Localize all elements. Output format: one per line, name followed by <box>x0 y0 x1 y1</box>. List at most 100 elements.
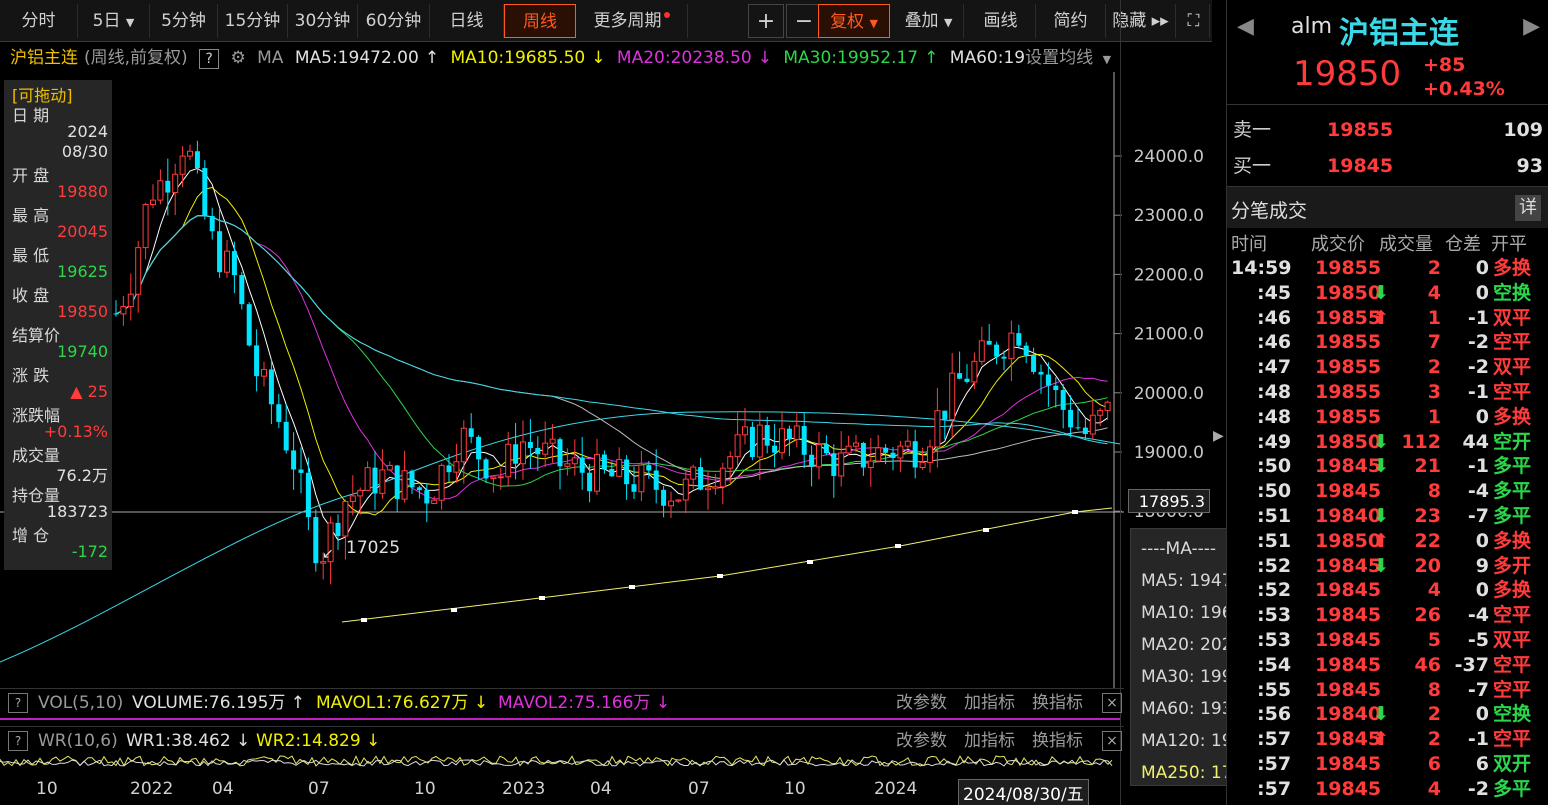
candle-body <box>571 457 578 465</box>
candle-body <box>254 345 260 377</box>
tick-row: :51 19850 ⬆ 22 0 多换 <box>1227 529 1548 554</box>
prev-contract-icon[interactable]: ◀ <box>1237 14 1254 39</box>
pct-value: +0.13% <box>43 422 108 441</box>
candle-body <box>579 457 585 473</box>
collapse-panel-icon[interactable]: ▶ <box>1213 428 1224 444</box>
switch-indicator-button[interactable]: 换指标 <box>1032 689 1083 717</box>
tick-volume: 2 <box>1427 257 1441 279</box>
tick-row: :46 19855 ⬆ 1 -1 双平 <box>1227 306 1548 331</box>
tick-oi-diff: 44 <box>1462 430 1489 453</box>
ma20-value: MA20:20238.50 ↓ <box>616 48 772 68</box>
tab-daily[interactable]: 日线 <box>430 4 504 38</box>
adjust-params-button[interactable]: 改参数 <box>896 689 947 717</box>
tick-row: :52 19845 4 0 多换 <box>1227 578 1548 603</box>
tick-oi-diff: -5 <box>1467 629 1489 651</box>
candle-body <box>1038 371 1044 375</box>
tick-price: 19855 <box>1315 257 1382 279</box>
ma250-marker <box>451 608 457 612</box>
ma250-marker <box>717 574 723 578</box>
candle-body <box>438 464 445 501</box>
tick-open-close: 双开 <box>1493 753 1532 775</box>
tab-more-periods[interactable]: 更多周期 <box>576 4 688 38</box>
gear-icon[interactable]: ⚙ <box>230 48 245 68</box>
candle-body <box>912 441 918 468</box>
candle-body <box>594 453 600 492</box>
ma250-marker <box>895 544 901 548</box>
collapse-icon[interactable]: ? <box>8 731 28 751</box>
ma250-marker <box>361 618 367 622</box>
ask-volume: 109 <box>1503 119 1543 141</box>
chevron-down-icon[interactable]: ▼ <box>1099 53 1111 66</box>
candle-body <box>994 344 1000 357</box>
tab-weekly[interactable]: 周线 <box>504 4 576 38</box>
switch-indicator-button[interactable]: 换指标 <box>1032 727 1083 755</box>
draw-line-button[interactable]: 画线 <box>966 4 1036 38</box>
tab-15min[interactable]: 15分钟 <box>218 4 288 38</box>
candle-body <box>587 472 593 492</box>
tick-oi-diff: -2 <box>1467 356 1489 379</box>
help-button[interactable]: ? <box>199 49 220 69</box>
tab-5day[interactable]: 5日 ▼ <box>78 4 150 38</box>
fullscreen-icon[interactable]: ⛶ <box>1178 4 1210 38</box>
collapse-icon[interactable]: ? <box>8 693 28 713</box>
change-label: 涨 跌 <box>12 366 50 385</box>
tick-volume: 8 <box>1427 480 1441 503</box>
add-indicator-button[interactable]: 加指标 <box>964 727 1015 755</box>
overlay-button[interactable]: 叠加 ▼ <box>894 4 964 38</box>
add-indicator-button[interactable]: 加指标 <box>964 689 1015 717</box>
tick-direction-icon: ⬇ <box>1373 281 1389 304</box>
tick-oi-diff: -7 <box>1467 678 1489 701</box>
close-icon[interactable]: × <box>1102 693 1122 713</box>
close-icon[interactable]: × <box>1102 731 1122 751</box>
kline-chart[interactable]: 24000.0 23000.0 22000.0 21000.0 20000.0 19000… <box>0 72 1212 692</box>
candle-body <box>431 499 438 504</box>
zoom-out-button[interactable]: − <box>786 4 822 38</box>
tick-open-close: 多换 <box>1493 405 1532 428</box>
candle-body <box>409 470 415 488</box>
tick-volume: 5 <box>1427 629 1441 651</box>
candle-body <box>712 486 719 489</box>
tick-open-close: 多平 <box>1493 777 1532 800</box>
tick-oi-diff: -1 <box>1467 455 1489 478</box>
ma30-line <box>115 215 1108 487</box>
adjust-params-button[interactable]: 改参数 <box>896 727 947 755</box>
adjust-rights-button[interactable]: 复权 ▼ <box>818 4 890 38</box>
zoom-in-button[interactable]: + <box>748 4 784 38</box>
tab-30min[interactable]: 30分钟 <box>288 4 358 38</box>
tick-oi-diff: -37 <box>1454 653 1489 676</box>
time-tick: 07 <box>688 779 710 799</box>
tab-intraday[interactable]: 分时 <box>0 4 78 38</box>
high-value: 20045 <box>57 222 108 241</box>
ohlc-info-box[interactable]: [可拖动] 日 期 2024 08/30 开 盘 19880 最 高 20045… <box>4 80 112 570</box>
candle-body <box>631 484 637 492</box>
ma-settings-button[interactable]: 设置均线 <box>1025 48 1093 68</box>
price-tick-label: 21000.0 <box>1134 325 1204 345</box>
next-contract-icon[interactable]: ▶ <box>1523 14 1540 39</box>
candle-body <box>749 426 755 458</box>
tick-time: :51 <box>1257 529 1292 552</box>
tick-direction-icon: ⬇ <box>1373 703 1389 726</box>
tick-oi-diff: 0 <box>1475 281 1489 304</box>
ma5-value: MA5:19472.00 ↑ <box>294 48 440 68</box>
candle-body <box>446 465 452 473</box>
candle-body <box>372 467 378 494</box>
candle-body <box>1060 390 1066 410</box>
overlay-label: 叠加 <box>904 11 939 31</box>
ma5-line <box>115 167 1108 541</box>
tick-volume: 4 <box>1427 579 1441 602</box>
ma250-marker <box>983 528 989 532</box>
chevron-down-icon: ▼ <box>125 16 135 29</box>
candle-body <box>283 421 289 451</box>
simple-mode-button[interactable]: 简约 <box>1036 4 1106 38</box>
hide-button[interactable]: 隐藏 ▸▸ <box>1106 4 1176 38</box>
detail-button[interactable]: 详 <box>1515 195 1541 221</box>
tab-60min[interactable]: 60分钟 <box>358 4 430 38</box>
tick-oi-diff: -1 <box>1467 381 1489 403</box>
tick-time: :53 <box>1257 629 1292 651</box>
candle-body <box>838 452 845 477</box>
tick-row: :47 19855 2 -2 双平 <box>1227 355 1548 380</box>
ticks-column-headers: 时间 成交价 成交量 仓差 开平 <box>1227 230 1548 255</box>
ma60-value: MA60:19 <box>949 48 1026 68</box>
tab-5min[interactable]: 5分钟 <box>150 4 218 38</box>
tick-open-close: 多平 <box>1493 455 1532 478</box>
